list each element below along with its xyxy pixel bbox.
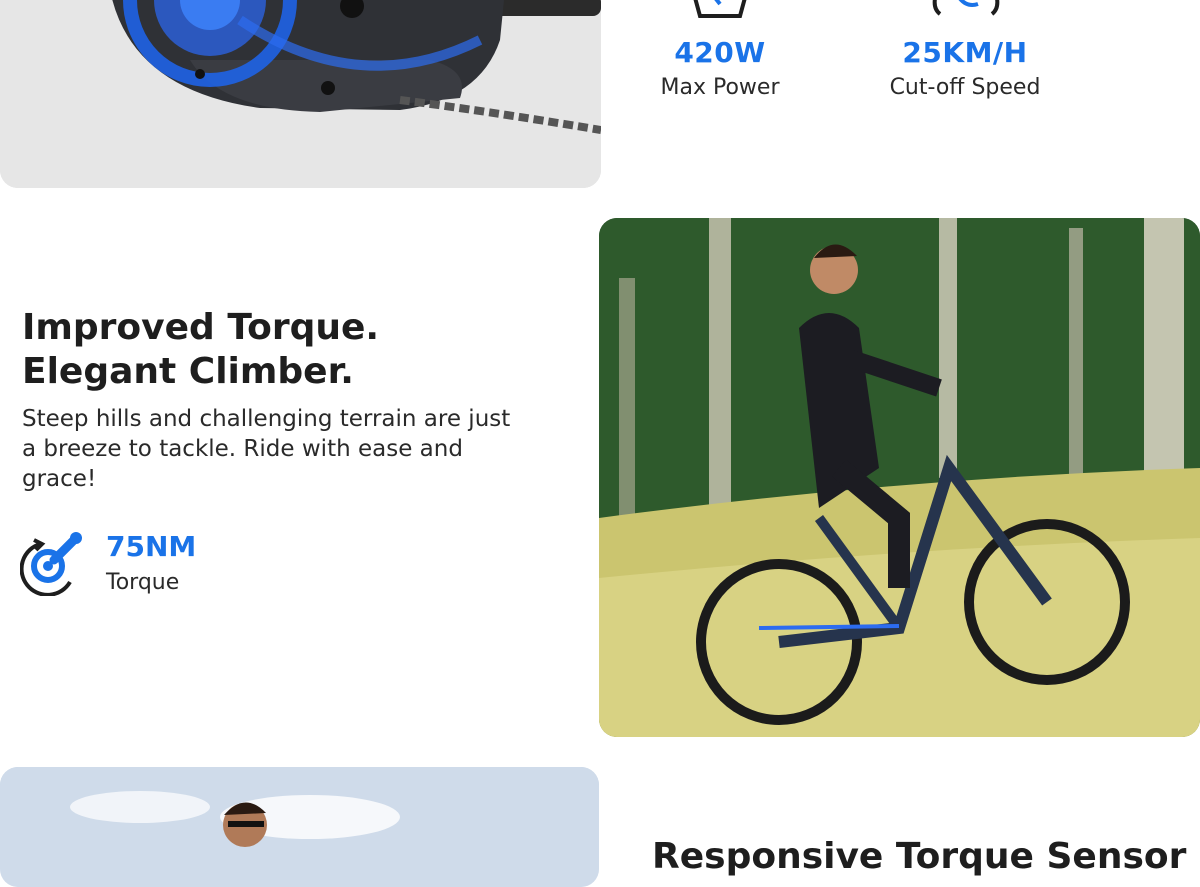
feature-description: Steep hills and challenging terrain are … [22,406,511,492]
riding-photo [599,218,1200,737]
headline-line-2: Elegant Climber. [22,351,354,392]
torque-label: Torque [106,570,180,595]
speedometer-icon [932,0,1000,16]
torque-icon [20,532,82,596]
next-section-heading: Responsive Torque Sensor [652,836,1187,877]
torque-value: 75NM [106,530,197,563]
cutoff-speed-value: 25KM/H [902,36,1028,69]
riding-illustration [599,218,1200,737]
motor-illustration [0,0,601,188]
motor-image [0,0,601,188]
rider-sky-photo [0,767,599,887]
max-power-label: Max Power [660,75,780,100]
headline-line-1: Improved Torque. [22,307,380,348]
max-power-value: 420W [674,36,766,69]
feature-headline: Improved Torque. Elegant Climber. [22,306,562,394]
rider-sky-illustration [0,767,599,887]
max-power-stat: 420W Max Power [630,36,810,100]
power-gauge-icon [693,0,747,18]
cutoff-speed-stat: 25KM/H Cut-off Speed [865,36,1065,100]
cutoff-speed-label: Cut-off Speed [889,75,1041,100]
